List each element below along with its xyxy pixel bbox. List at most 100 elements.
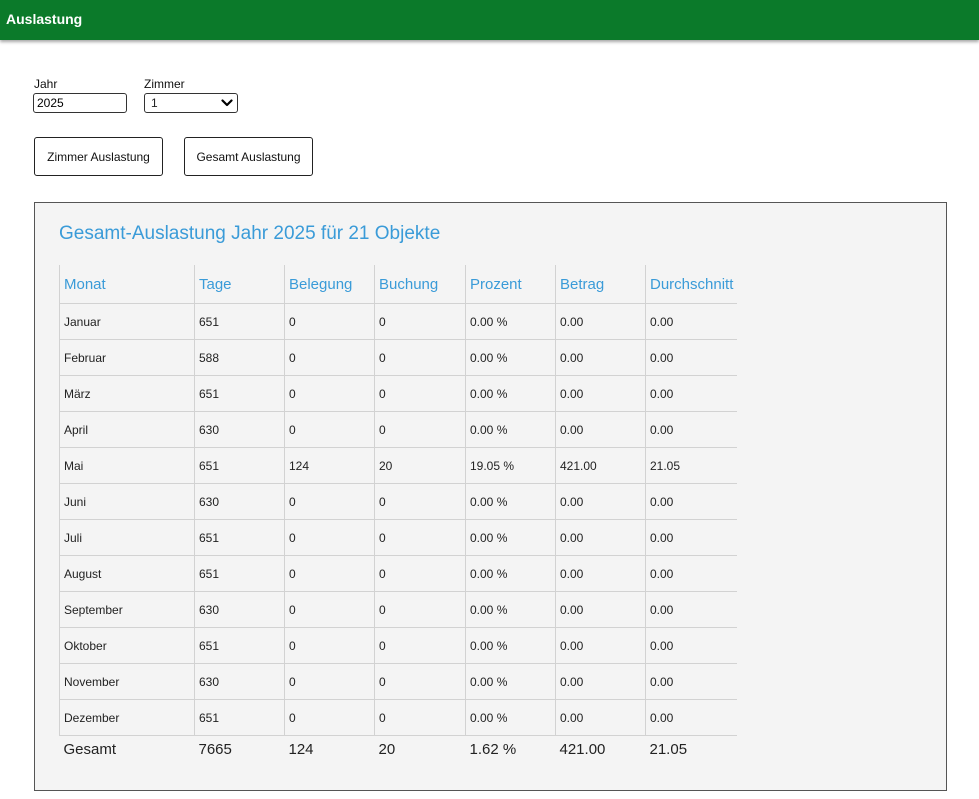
table-cell: 0.00 [555,699,646,736]
table-row: November 630 0 0 0.00 % 0.00 0.00 [59,663,738,700]
utilization-table: Monat Tage Belegung Buchung Prozent Betr… [59,265,738,763]
table-row: September 630 0 0 0.00 % 0.00 0.00 [59,591,738,628]
table-cell: 0.00 [645,699,738,736]
table-cell: 630 [194,483,285,520]
table-cell: 0.00 % [465,555,556,592]
table-cell: 0 [284,375,375,412]
table-cell: 0 [284,627,375,664]
table-cell: 0.00 [555,591,646,628]
column-header-percent: Prozent [465,265,556,304]
table-cell: 0.00 % [465,411,556,448]
room-select[interactable]: 1 [144,93,238,113]
table-cell: 0.00 [555,663,646,700]
column-header-occupancy: Belegung [284,265,375,304]
table-cell: 0.00 [555,627,646,664]
table-cell: 651 [194,519,285,556]
table-cell: 0 [374,591,466,628]
table-cell: 0.00 % [465,699,556,736]
table-cell: 0.00 [555,555,646,592]
chevron-down-icon [221,99,233,107]
table-cell: 20 [374,447,466,484]
total-cell: 7665 [198,740,232,758]
table-cell: 0.00 [555,303,646,340]
report-title: Gesamt-Auslastung Jahr 2025 für 21 Objek… [59,223,441,244]
table-cell: 0.00 [645,303,738,340]
table-row: Juli 651 0 0 0.00 % 0.00 0.00 [59,519,738,556]
table-cell: 651 [194,627,285,664]
total-cell: 21.05 [649,740,688,758]
table-cell: 0 [284,483,375,520]
column-header-days: Tage [194,265,285,304]
table-cell: 0.00 [645,375,738,412]
table-row: Mai 651 124 20 19.05 % 421.00 21.05 [59,447,738,484]
report-panel: Gesamt-Auslastung Jahr 2025 für 21 Objek… [34,202,947,791]
total-cell: Gesamt [63,740,117,758]
table-row: April 630 0 0 0.00 % 0.00 0.00 [59,411,738,448]
table-cell: 0 [374,339,466,376]
table-row: März 651 0 0 0.00 % 0.00 0.00 [59,375,738,412]
column-header-bookings: Buchung [374,265,466,304]
table-cell: 630 [194,411,285,448]
table-row: Februar 588 0 0 0.00 % 0.00 0.00 [59,339,738,376]
table-cell: Juni [59,483,195,520]
table-cell: 0 [284,339,375,376]
table-cell: 651 [194,375,285,412]
table-cell: 0.00 % [465,591,556,628]
table-cell: 651 [194,699,285,736]
total-cell: 20 [378,740,396,758]
table-cell: 0.00 [645,663,738,700]
table-cell: 0.00 [555,375,646,412]
table-cell: 0 [284,303,375,340]
table-cell: Januar [59,303,195,340]
column-header-average: Durchschnitt [645,265,738,304]
table-cell: 0.00 % [465,663,556,700]
room-select-value: 1 [151,96,158,110]
table-cell: 0.00 % [465,483,556,520]
table-cell: 0 [374,303,466,340]
table-cell: 0.00 [555,411,646,448]
table-cell: 0 [374,663,466,700]
table-cell: Oktober [59,627,195,664]
year-input[interactable] [33,93,127,113]
column-header-amount: Betrag [555,265,646,304]
total-cell: 421.00 [559,740,606,758]
table-cell: 0 [284,555,375,592]
table-cell: 651 [194,303,285,340]
header-bar: Auslastung [0,0,979,40]
table-cell: März [59,375,195,412]
room-utilization-button[interactable]: Zimmer Auslastung [34,137,163,176]
table-row: Juni 630 0 0 0.00 % 0.00 0.00 [59,483,738,520]
table-cell: 0.00 [645,555,738,592]
table-cell: 0.00 [645,339,738,376]
table-cell: 0 [284,663,375,700]
table-header-row: Monat Tage Belegung Buchung Prozent Betr… [59,265,738,304]
table-cell: 0.00 [555,483,646,520]
table-cell: 0 [374,411,466,448]
table-row: August 651 0 0 0.00 % 0.00 0.00 [59,555,738,592]
app-title: Auslastung [6,11,83,27]
table-cell: 421.00 [555,447,646,484]
total-row: Gesamt 7665 124 20 1.62 % 421.00 21.05 [60,736,738,763]
table-cell: 0.00 [555,339,646,376]
table-cell: 0 [374,483,466,520]
table-cell: 0 [374,519,466,556]
table-cell: 0.00 % [465,339,556,376]
table-cell: 0 [284,591,375,628]
year-label: Jahr [34,77,58,91]
total-cell: 124 [288,740,314,758]
table-cell: Mai [59,447,195,484]
table-cell: April [59,411,195,448]
table-cell: 0.00 [645,591,738,628]
table-cell: 0.00 [645,483,738,520]
total-utilization-button[interactable]: Gesamt Auslastung [184,137,313,176]
table-cell: 0 [284,699,375,736]
table-cell: 651 [194,555,285,592]
table-cell: 0.00 [645,519,738,556]
table-cell: 0.00 [645,411,738,448]
table-cell: 0 [284,519,375,556]
table-cell: 0.00 % [465,627,556,664]
table-cell: November [59,663,195,700]
total-cell: 1.62 % [469,740,517,758]
room-label: Zimmer [144,77,185,91]
table-cell: 0.00 [555,519,646,556]
